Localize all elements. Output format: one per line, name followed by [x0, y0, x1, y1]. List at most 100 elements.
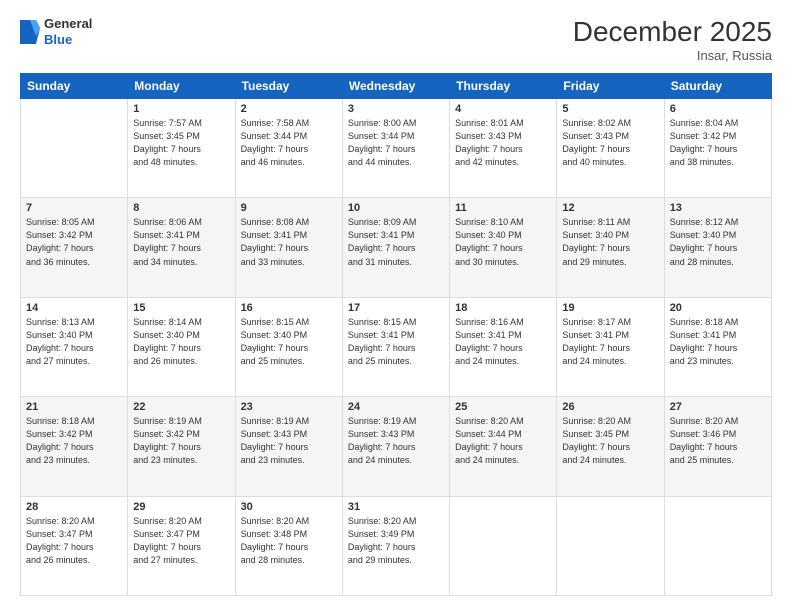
calendar-cell: 12 Sunrise: 8:11 AM Sunset: 3:40 PM Dayli…: [557, 198, 664, 297]
calendar-cell: 1 Sunrise: 7:57 AM Sunset: 3:45 PM Daylig…: [128, 99, 235, 198]
calendar-cell: 16 Sunrise: 8:15 AM Sunset: 3:40 PM Dayli…: [235, 297, 342, 396]
calendar-cell: 9 Sunrise: 8:08 AM Sunset: 3:41 PM Daylig…: [235, 198, 342, 297]
cell-info: Sunrise: 8:00 AM Sunset: 3:44 PM Dayligh…: [348, 117, 444, 169]
day-number: 10: [348, 202, 444, 214]
cell-info: Sunrise: 8:20 AM Sunset: 3:47 PM Dayligh…: [133, 515, 229, 567]
cell-info: Sunrise: 8:14 AM Sunset: 3:40 PM Dayligh…: [133, 316, 229, 368]
cell-info: Sunrise: 8:15 AM Sunset: 3:40 PM Dayligh…: [241, 316, 337, 368]
calendar-cell: 18 Sunrise: 8:16 AM Sunset: 3:41 PM Dayli…: [450, 297, 557, 396]
calendar-cell: 23 Sunrise: 8:19 AM Sunset: 3:43 PM Dayli…: [235, 397, 342, 496]
day-number: 8: [133, 202, 229, 214]
week-row-3: 21 Sunrise: 8:18 AM Sunset: 3:42 PM Dayli…: [21, 397, 772, 496]
day-number: 4: [455, 103, 551, 115]
cell-info: Sunrise: 8:20 AM Sunset: 3:46 PM Dayligh…: [670, 415, 766, 467]
calendar-cell: [664, 496, 771, 595]
logo-general: General: [44, 16, 92, 32]
cell-info: Sunrise: 8:09 AM Sunset: 3:41 PM Dayligh…: [348, 216, 444, 268]
calendar-cell: 24 Sunrise: 8:19 AM Sunset: 3:43 PM Dayli…: [342, 397, 449, 496]
cell-info: Sunrise: 8:12 AM Sunset: 3:40 PM Dayligh…: [670, 216, 766, 268]
cell-info: Sunrise: 8:19 AM Sunset: 3:42 PM Dayligh…: [133, 415, 229, 467]
page: General Blue December 2025 Insar, Russia…: [0, 0, 792, 612]
cell-info: Sunrise: 8:05 AM Sunset: 3:42 PM Dayligh…: [26, 216, 122, 268]
cell-info: Sunrise: 8:20 AM Sunset: 3:45 PM Dayligh…: [562, 415, 658, 467]
week-row-4: 28 Sunrise: 8:20 AM Sunset: 3:47 PM Dayli…: [21, 496, 772, 595]
calendar-cell: 8 Sunrise: 8:06 AM Sunset: 3:41 PM Daylig…: [128, 198, 235, 297]
calendar: SundayMondayTuesdayWednesdayThursdayFrid…: [20, 73, 772, 596]
cell-info: Sunrise: 8:06 AM Sunset: 3:41 PM Dayligh…: [133, 216, 229, 268]
day-number: 17: [348, 302, 444, 314]
cell-info: Sunrise: 8:02 AM Sunset: 3:43 PM Dayligh…: [562, 117, 658, 169]
cell-info: Sunrise: 8:19 AM Sunset: 3:43 PM Dayligh…: [348, 415, 444, 467]
cell-info: Sunrise: 8:20 AM Sunset: 3:47 PM Dayligh…: [26, 515, 122, 567]
logo-icon: [20, 20, 40, 44]
col-header-tuesday: Tuesday: [235, 74, 342, 99]
calendar-cell: 21 Sunrise: 8:18 AM Sunset: 3:42 PM Dayli…: [21, 397, 128, 496]
day-number: 26: [562, 401, 658, 413]
col-header-saturday: Saturday: [664, 74, 771, 99]
cell-info: Sunrise: 8:15 AM Sunset: 3:41 PM Dayligh…: [348, 316, 444, 368]
cell-info: Sunrise: 8:10 AM Sunset: 3:40 PM Dayligh…: [455, 216, 551, 268]
day-number: 13: [670, 202, 766, 214]
calendar-cell: 17 Sunrise: 8:15 AM Sunset: 3:41 PM Dayli…: [342, 297, 449, 396]
day-number: 1: [133, 103, 229, 115]
day-number: 12: [562, 202, 658, 214]
day-number: 21: [26, 401, 122, 413]
day-number: 19: [562, 302, 658, 314]
day-number: 27: [670, 401, 766, 413]
day-number: 20: [670, 302, 766, 314]
cell-info: Sunrise: 8:11 AM Sunset: 3:40 PM Dayligh…: [562, 216, 658, 268]
cell-info: Sunrise: 7:58 AM Sunset: 3:44 PM Dayligh…: [241, 117, 337, 169]
day-number: 18: [455, 302, 551, 314]
cell-info: Sunrise: 8:13 AM Sunset: 3:40 PM Dayligh…: [26, 316, 122, 368]
col-header-friday: Friday: [557, 74, 664, 99]
calendar-cell: 13 Sunrise: 8:12 AM Sunset: 3:40 PM Dayli…: [664, 198, 771, 297]
calendar-cell: 5 Sunrise: 8:02 AM Sunset: 3:43 PM Daylig…: [557, 99, 664, 198]
calendar-cell: 11Sunrise: 8:10 AM Sunset: 3:40 PM Dayli…: [450, 198, 557, 297]
cell-info: Sunrise: 8:19 AM Sunset: 3:43 PM Dayligh…: [241, 415, 337, 467]
calendar-cell: 14Sunrise: 8:13 AM Sunset: 3:40 PM Dayli…: [21, 297, 128, 396]
calendar-cell: 31Sunrise: 8:20 AM Sunset: 3:49 PM Dayli…: [342, 496, 449, 595]
cell-info: Sunrise: 8:20 AM Sunset: 3:48 PM Dayligh…: [241, 515, 337, 567]
calendar-cell: 22 Sunrise: 8:19 AM Sunset: 3:42 PM Dayli…: [128, 397, 235, 496]
day-number: 24: [348, 401, 444, 413]
day-number: 9: [241, 202, 337, 214]
day-number: 23: [241, 401, 337, 413]
title-block: December 2025 Insar, Russia: [573, 16, 772, 63]
calendar-cell: 6Sunrise: 8:04 AM Sunset: 3:42 PM Daylig…: [664, 99, 771, 198]
cell-info: Sunrise: 7:57 AM Sunset: 3:45 PM Dayligh…: [133, 117, 229, 169]
calendar-cell: 28 Sunrise: 8:20 AM Sunset: 3:47 PM Dayli…: [21, 496, 128, 595]
calendar-cell: 25Sunrise: 8:20 AM Sunset: 3:44 PM Dayli…: [450, 397, 557, 496]
calendar-cell: 29 Sunrise: 8:20 AM Sunset: 3:47 PM Dayli…: [128, 496, 235, 595]
calendar-cell: 4 Sunrise: 8:01 AM Sunset: 3:43 PM Daylig…: [450, 99, 557, 198]
day-number: 2: [241, 103, 337, 115]
col-header-monday: Monday: [128, 74, 235, 99]
day-number: 6: [670, 103, 766, 115]
calendar-header-row: SundayMondayTuesdayWednesdayThursdayFrid…: [21, 74, 772, 99]
day-number: 30: [241, 501, 337, 513]
calendar-cell: 26 Sunrise: 8:20 AM Sunset: 3:45 PM Dayli…: [557, 397, 664, 496]
day-number: 7: [26, 202, 122, 214]
cell-info: Sunrise: 8:01 AM Sunset: 3:43 PM Dayligh…: [455, 117, 551, 169]
day-number: 29: [133, 501, 229, 513]
week-row-0: 1 Sunrise: 7:57 AM Sunset: 3:45 PM Daylig…: [21, 99, 772, 198]
cell-info: Sunrise: 8:08 AM Sunset: 3:41 PM Dayligh…: [241, 216, 337, 268]
calendar-cell: 10 Sunrise: 8:09 AM Sunset: 3:41 PM Dayli…: [342, 198, 449, 297]
day-number: 5: [562, 103, 658, 115]
logo: General Blue: [20, 16, 92, 47]
location: Insar, Russia: [573, 48, 772, 63]
calendar-cell: 3Sunrise: 8:00 AM Sunset: 3:44 PM Daylig…: [342, 99, 449, 198]
calendar-cell: 30 Sunrise: 8:20 AM Sunset: 3:48 PM Dayli…: [235, 496, 342, 595]
day-number: 16: [241, 302, 337, 314]
day-number: 22: [133, 401, 229, 413]
col-header-wednesday: Wednesday: [342, 74, 449, 99]
week-row-2: 14Sunrise: 8:13 AM Sunset: 3:40 PM Dayli…: [21, 297, 772, 396]
cell-info: Sunrise: 8:18 AM Sunset: 3:42 PM Dayligh…: [26, 415, 122, 467]
week-row-1: 7 Sunrise: 8:05 AM Sunset: 3:42 PM Daylig…: [21, 198, 772, 297]
month-title: December 2025: [573, 16, 772, 48]
day-number: 15: [133, 302, 229, 314]
cell-info: Sunrise: 8:16 AM Sunset: 3:41 PM Dayligh…: [455, 316, 551, 368]
calendar-cell: 7 Sunrise: 8:05 AM Sunset: 3:42 PM Daylig…: [21, 198, 128, 297]
day-number: 25: [455, 401, 551, 413]
cell-info: Sunrise: 8:20 AM Sunset: 3:49 PM Dayligh…: [348, 515, 444, 567]
day-number: 28: [26, 501, 122, 513]
